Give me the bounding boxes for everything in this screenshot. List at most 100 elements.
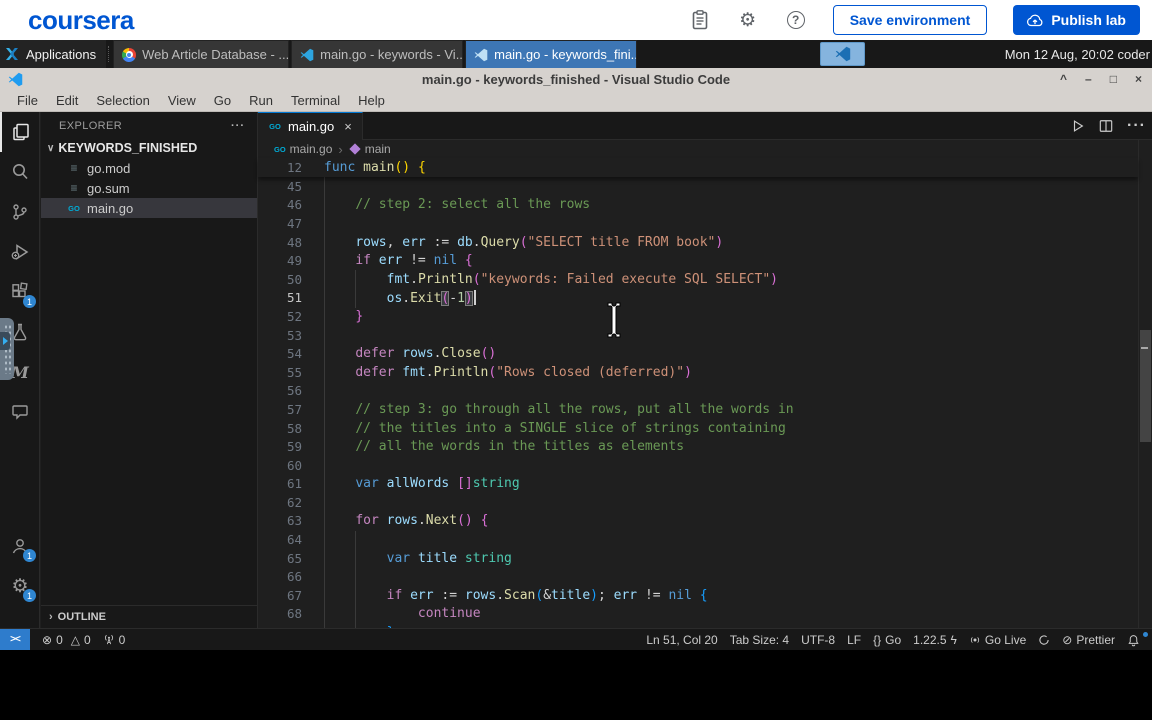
line-number[interactable]: 68	[258, 606, 302, 621]
tab-main-go[interactable]: GO main.go ×	[258, 112, 363, 140]
unmaximize-icon[interactable]: ^	[1060, 73, 1067, 85]
menu-help[interactable]: Help	[349, 93, 394, 108]
menu-selection[interactable]: Selection	[87, 93, 158, 108]
publish-lab-button[interactable]: Publish lab	[1013, 5, 1140, 35]
sync-spinner-icon[interactable]	[1032, 634, 1056, 646]
go-live-button[interactable]: Go Live	[963, 633, 1032, 647]
source-control-icon[interactable]	[0, 192, 40, 232]
code-line[interactable]: 67 if err := rows.Scan(&title); err != n…	[258, 586, 1138, 605]
settings-gear-icon[interactable]: ⚙ 1	[0, 566, 40, 606]
code-line[interactable]: 68 continue	[258, 605, 1138, 624]
line-number[interactable]: 61	[258, 476, 302, 491]
code-line[interactable]: 55 defer fmt.Println("Rows closed (defer…	[258, 363, 1138, 382]
code-line[interactable]: 50 fmt.Println("keywords: Failed execute…	[258, 270, 1138, 289]
code-line[interactable]: 47	[258, 214, 1138, 233]
more-actions-icon[interactable]: ···	[1127, 117, 1146, 135]
code-line[interactable]: 53	[258, 326, 1138, 345]
file-go-mod[interactable]: ≡ go.mod	[41, 158, 257, 178]
line-number[interactable]: 46	[258, 197, 302, 212]
code-line[interactable]: 62	[258, 493, 1138, 512]
help-icon[interactable]: ?	[785, 9, 807, 31]
breadcrumb-file[interactable]: main.go	[290, 142, 333, 156]
line-number[interactable]: 54	[258, 346, 302, 361]
run-debug-icon[interactable]	[0, 232, 40, 272]
line-number[interactable]: 55	[258, 365, 302, 380]
line-number[interactable]: 60	[258, 458, 302, 473]
code-lines[interactable]: 45 46 // step 2: select all the rows 47 48 …	[258, 177, 1138, 628]
line-number[interactable]: 64	[258, 532, 302, 547]
explorer-more-icon[interactable]: ···	[231, 120, 245, 132]
file-main-go[interactable]: GO main.go	[41, 198, 257, 218]
prettier-status[interactable]: ⊘ Prettier	[1056, 633, 1121, 647]
comments-icon[interactable]	[0, 392, 40, 432]
breadcrumb-symbol[interactable]: main	[365, 142, 391, 156]
file-go-sum[interactable]: ≡ go.sum	[41, 178, 257, 198]
code-line[interactable]: 49 if err != nil {	[258, 251, 1138, 270]
eol[interactable]: LF	[841, 633, 867, 647]
line-number[interactable]: 50	[258, 272, 302, 287]
line-number[interactable]: 45	[258, 179, 302, 194]
line-number[interactable]: 62	[258, 495, 302, 510]
outline-section[interactable]: › OUTLINE	[41, 605, 257, 628]
code-line[interactable]: 45	[258, 177, 1138, 196]
code-line[interactable]: 12 func main() {	[258, 158, 1138, 177]
line-number[interactable]: 57	[258, 402, 302, 417]
menu-view[interactable]: View	[159, 93, 205, 108]
code-line[interactable]: 65 var title string	[258, 549, 1138, 568]
code-line[interactable]: 48 rows, err := db.Query("SELECT title F…	[258, 233, 1138, 252]
maximize-icon[interactable]: □	[1110, 73, 1117, 85]
encoding[interactable]: UTF-8	[795, 633, 841, 647]
remote-indicator[interactable]: ><	[0, 628, 30, 651]
save-environment-button[interactable]: Save environment	[832, 5, 988, 35]
go-version[interactable]: 1.22.5 ϟ	[907, 633, 963, 647]
menu-run[interactable]: Run	[240, 93, 282, 108]
gear-icon[interactable]: ⚙	[737, 9, 759, 31]
line-number[interactable]: 67	[258, 588, 302, 603]
code-line[interactable]: 66	[258, 567, 1138, 586]
run-file-icon[interactable]	[1071, 119, 1085, 133]
taskbar-clock[interactable]: Mon 12 Aug, 20:02 coder	[1005, 40, 1150, 68]
line-number[interactable]: 58	[258, 421, 302, 436]
code-line[interactable]: 52 }	[258, 307, 1138, 326]
cursor-position[interactable]: Ln 51, Col 20	[640, 633, 723, 647]
code-line[interactable]: 59 // all the words in the titles as ele…	[258, 437, 1138, 456]
code-line[interactable]: 57 // step 3: go through all the rows, p…	[258, 400, 1138, 419]
taskbar-window-vscode-1[interactable]: main.go - keywords - Vi...	[291, 40, 464, 68]
code-line[interactable]: 54 defer rows.Close()	[258, 344, 1138, 363]
code-line[interactable]: 60	[258, 456, 1138, 475]
applications-menu[interactable]: Applications	[0, 40, 107, 68]
tab-close-icon[interactable]: ×	[344, 119, 352, 134]
files-icon[interactable]	[0, 112, 40, 152]
taskbar-window-vscode-2[interactable]: main.go - keywords_fini...	[465, 40, 638, 68]
line-number[interactable]: 52	[258, 309, 302, 324]
sticky-scroll-line[interactable]: 12 func main() {	[258, 158, 1138, 177]
folder-keywords-finished[interactable]: ∨ KEYWORDS_FINISHED	[41, 138, 257, 158]
menu-edit[interactable]: Edit	[47, 93, 87, 108]
notifications-bell-icon[interactable]	[1121, 631, 1148, 647]
line-number[interactable]: 47	[258, 216, 302, 231]
code-line[interactable]: 63 for rows.Next() {	[258, 512, 1138, 531]
code-line[interactable]: 58 // the titles into a SINGLE slice of …	[258, 419, 1138, 438]
line-number[interactable]: 49	[258, 253, 302, 268]
line-number[interactable]: 63	[258, 513, 302, 528]
tab-size[interactable]: Tab Size: 4	[724, 633, 795, 647]
account-icon[interactable]: 1	[0, 526, 40, 566]
extensions-icon[interactable]: 1	[0, 272, 40, 312]
minimize-icon[interactable]: –	[1085, 73, 1092, 85]
code-line[interactable]: 61 var allWords []string	[258, 475, 1138, 494]
menu-terminal[interactable]: Terminal	[282, 93, 349, 108]
taskbar-window-chrome[interactable]: Web Article Database - ...	[113, 40, 290, 68]
ports-status[interactable]: 0	[97, 633, 132, 647]
line-number[interactable]: 59	[258, 439, 302, 454]
code-line[interactable]: 56	[258, 382, 1138, 401]
menu-file[interactable]: File	[8, 93, 47, 108]
clipboard-icon[interactable]	[689, 9, 711, 31]
code-line[interactable]: 64	[258, 530, 1138, 549]
problems-status[interactable]: ⊗ 0 △ 0	[36, 633, 97, 647]
line-number[interactable]: 66	[258, 569, 302, 584]
line-number[interactable]: 12	[258, 160, 302, 175]
language-mode[interactable]: {} Go	[867, 633, 907, 647]
close-icon[interactable]: ×	[1135, 73, 1142, 85]
search-icon[interactable]	[0, 152, 40, 192]
code-line[interactable]: 51 os.Exit(-1)	[258, 289, 1138, 308]
